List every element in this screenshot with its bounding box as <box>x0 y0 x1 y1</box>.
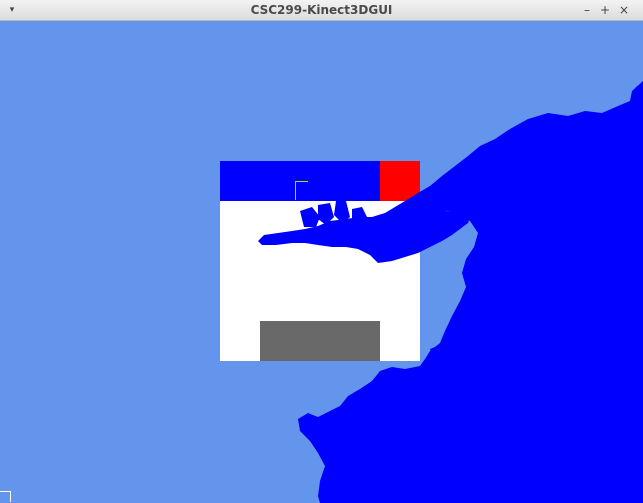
minimize-icon[interactable]: – <box>579 2 595 18</box>
body-blob <box>298 81 643 503</box>
depth-silhouette <box>258 81 643 503</box>
window-title: CSC299-Kinect3DGUI <box>250 3 393 17</box>
finger-1 <box>300 207 320 227</box>
maximize-icon[interactable]: + <box>597 2 613 18</box>
corner-marker <box>0 491 11 502</box>
gl-canvas[interactable] <box>0 21 643 503</box>
title-bar[interactable]: ▾ CSC299-Kinect3DGUI – + × <box>0 0 643 21</box>
close-icon[interactable]: × <box>616 2 632 18</box>
app-window: ▾ CSC299-Kinect3DGUI – + × <box>0 0 643 503</box>
